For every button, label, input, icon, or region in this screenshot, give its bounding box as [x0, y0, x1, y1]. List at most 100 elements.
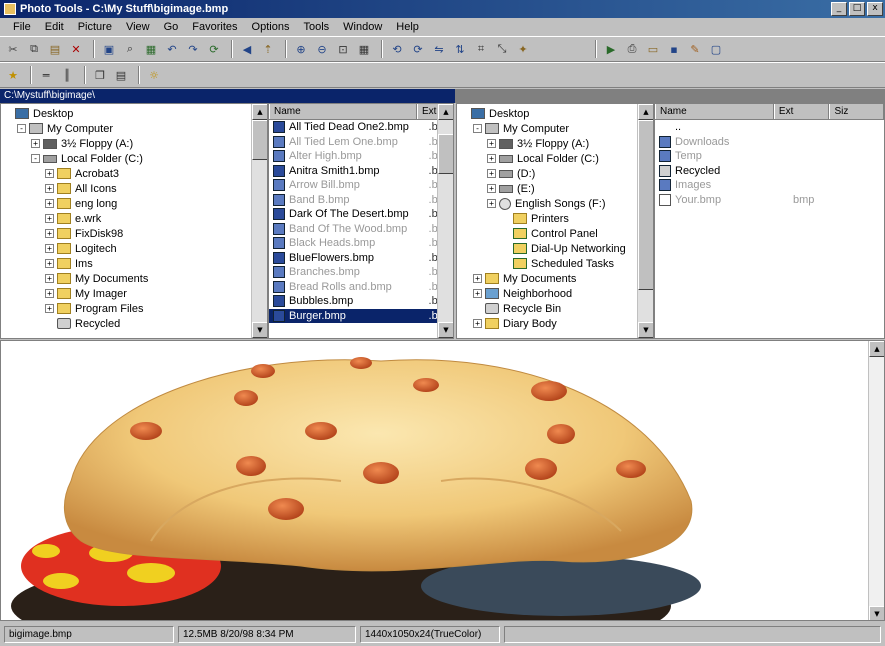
- tree-item[interactable]: + My Documents: [3, 271, 267, 286]
- tree-item[interactable]: + e.wrk: [3, 211, 267, 226]
- copy-icon[interactable]: ⧉: [25, 40, 43, 58]
- tree-item[interactable]: + Ims: [3, 256, 267, 271]
- expand-icon[interactable]: +: [45, 259, 54, 268]
- slideshow-icon[interactable]: ▶: [602, 40, 620, 58]
- close-button[interactable]: x: [867, 2, 883, 16]
- file-row[interactable]: Images: [655, 178, 884, 193]
- expand-icon[interactable]: +: [473, 274, 482, 283]
- menu-picture[interactable]: Picture: [71, 21, 119, 33]
- scroll-up-icon[interactable]: ▲: [252, 104, 267, 120]
- zoom-out-icon[interactable]: ⊖: [313, 40, 331, 58]
- fit-icon[interactable]: ⊡: [334, 40, 352, 58]
- expand-icon[interactable]: +: [45, 229, 54, 238]
- delete-icon[interactable]: ✕: [67, 40, 85, 58]
- scroll-up-icon[interactable]: ▲: [869, 341, 884, 357]
- menu-tools[interactable]: Tools: [296, 21, 336, 33]
- left-tree-scrollbar[interactable]: ▲ ▼: [251, 104, 267, 338]
- file-row[interactable]: All Tied Lem One.bmp.bmp: [269, 135, 453, 150]
- refresh-icon[interactable]: ⟳: [205, 40, 223, 58]
- tree-item[interactable]: Recycled: [3, 316, 267, 331]
- tree-item[interactable]: + Local Folder (C:): [459, 151, 653, 166]
- expand-icon[interactable]: +: [45, 169, 54, 178]
- tree-item[interactable]: + My Imager: [3, 286, 267, 301]
- column-name[interactable]: Name: [655, 104, 774, 119]
- paste-icon[interactable]: ▤: [46, 40, 64, 58]
- expand-icon[interactable]: +: [45, 274, 54, 283]
- tree-item[interactable]: + eng long: [3, 196, 267, 211]
- tree-item[interactable]: Desktop: [3, 106, 267, 121]
- expand-icon[interactable]: +: [487, 199, 496, 208]
- menu-go[interactable]: Go: [157, 21, 186, 33]
- expand-icon[interactable]: +: [473, 319, 482, 328]
- collapse-icon[interactable]: -: [31, 154, 40, 163]
- scroll-up-icon[interactable]: ▲: [438, 104, 453, 120]
- scroll-down-icon[interactable]: ▼: [438, 322, 453, 338]
- expand-icon[interactable]: +: [473, 289, 482, 298]
- collapse-icon[interactable]: -: [473, 124, 482, 133]
- file-row[interactable]: Black Heads.bmp.bmp: [269, 236, 453, 251]
- edit-icon[interactable]: ✎: [686, 40, 704, 58]
- tile-horizontal-icon[interactable]: ═: [37, 66, 55, 84]
- tree-item[interactable]: Printers: [459, 211, 653, 226]
- scroll-down-icon[interactable]: ▼: [252, 322, 267, 338]
- right-tree-scrollbar[interactable]: ▲ ▼: [637, 104, 653, 338]
- file-row[interactable]: Your.bmp bmp: [655, 193, 884, 208]
- tree-item[interactable]: Dial-Up Networking: [459, 241, 653, 256]
- menu-favorites[interactable]: Favorites: [185, 21, 244, 33]
- properties-icon[interactable]: ▣: [100, 40, 118, 58]
- file-row[interactable]: Arrow Bill.bmp.bmp: [269, 178, 453, 193]
- tree-item[interactable]: + Program Files: [3, 301, 267, 316]
- cut-icon[interactable]: ✂: [4, 40, 22, 58]
- menu-edit[interactable]: Edit: [38, 21, 71, 33]
- menu-view[interactable]: View: [119, 21, 157, 33]
- maximize-button[interactable]: □: [849, 2, 865, 16]
- column-ext[interactable]: Ext: [773, 104, 830, 119]
- menu-help[interactable]: Help: [389, 21, 426, 33]
- scroll-up-icon[interactable]: ▲: [638, 104, 653, 120]
- arrange-icon[interactable]: ▤: [112, 66, 130, 84]
- expand-icon[interactable]: +: [45, 184, 54, 193]
- open-folder-icon[interactable]: ▭: [644, 40, 662, 58]
- tree-item[interactable]: + (D:): [459, 166, 653, 181]
- left-folder-tree[interactable]: Desktop - My Computer +3½ Floppy (A:) - Local…: [0, 103, 268, 339]
- menu-options[interactable]: Options: [245, 21, 297, 33]
- expand-icon[interactable]: +: [45, 214, 54, 223]
- resize-icon[interactable]: ⤡: [493, 40, 511, 58]
- tree-item[interactable]: + My Documents: [459, 271, 653, 286]
- file-row[interactable]: Temp: [655, 149, 884, 164]
- tree-item[interactable]: + All Icons: [3, 181, 267, 196]
- file-row[interactable]: Band B.bmp.bmp: [269, 193, 453, 208]
- tree-item[interactable]: + Logitech: [3, 241, 267, 256]
- file-row[interactable]: BlueFlowers.bmp.bmp: [269, 251, 453, 266]
- tree-item[interactable]: + (E:): [459, 181, 653, 196]
- tree-item[interactable]: + Diary Body: [459, 316, 653, 331]
- file-row[interactable]: Bread Rolls and.bmp.bmp: [269, 280, 453, 295]
- tree-item[interactable]: - My Computer: [459, 121, 653, 136]
- expand-icon[interactable]: +: [487, 169, 496, 178]
- menu-file[interactable]: File: [6, 21, 38, 33]
- tile-vertical-icon[interactable]: ║: [58, 66, 76, 84]
- brightness-icon[interactable]: ☼: [145, 66, 163, 84]
- menu-window[interactable]: Window: [336, 21, 389, 33]
- tree-item[interactable]: + Neighborhood: [459, 286, 653, 301]
- tree-item[interactable]: - My Computer: [3, 121, 267, 136]
- file-row[interactable]: Alter High.bmp.bmp: [269, 149, 453, 164]
- rotate-left-icon[interactable]: ⟲: [388, 40, 406, 58]
- flip-icon[interactable]: ⇋: [430, 40, 448, 58]
- expand-icon[interactable]: +: [487, 139, 496, 148]
- rotate-right-icon[interactable]: ⟳: [409, 40, 427, 58]
- scroll-thumb[interactable]: [638, 120, 653, 290]
- scroll-thumb[interactable]: [438, 134, 453, 174]
- tree-item[interactable]: + FixDisk98: [3, 226, 267, 241]
- expand-icon[interactable]: +: [487, 154, 496, 163]
- view-icon[interactable]: ▦: [142, 40, 160, 58]
- right-folder-tree[interactable]: Desktop - My Computer +3½ Floppy (A:) + Local…: [456, 103, 654, 339]
- file-row[interactable]: Band Of The Wood.bmp.bmp: [269, 222, 453, 237]
- tree-item[interactable]: Control Panel: [459, 226, 653, 241]
- tree-item[interactable]: - Local Folder (C:): [3, 151, 267, 166]
- tree-item[interactable]: + Acrobat3: [3, 166, 267, 181]
- column-size[interactable]: Siz: [829, 104, 884, 119]
- file-row[interactable]: ..: [655, 120, 884, 135]
- cascade-icon[interactable]: ❐: [91, 66, 109, 84]
- tree-item[interactable]: Scheduled Tasks: [459, 256, 653, 271]
